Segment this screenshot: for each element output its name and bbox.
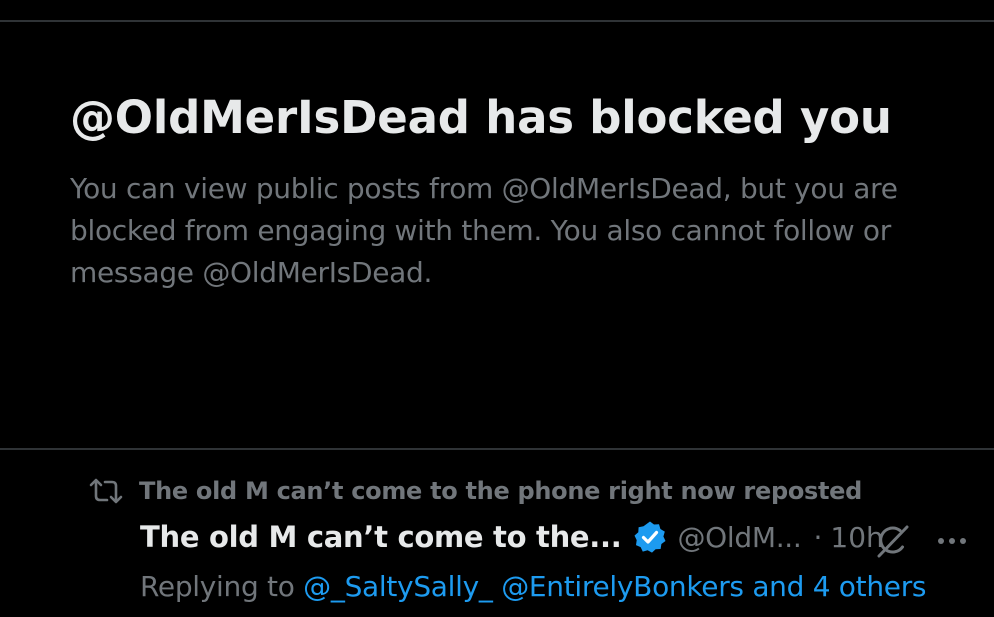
blocked-profile-screen: @OldMerIsDead has blocked you You can vi…: [0, 0, 994, 617]
more-options-icon[interactable]: [934, 526, 970, 556]
section-divider: [0, 448, 994, 450]
others-link[interactable]: and 4 others: [752, 570, 926, 603]
repost-label[interactable]: The old M can’t come to the phone right …: [139, 477, 862, 505]
blocked-title: @OldMerIsDead has blocked you: [70, 91, 892, 144]
separator-dot: ·: [813, 520, 823, 554]
replying-to-line: Replying to @_SaltySally_ @EntirelyBonke…: [140, 570, 926, 603]
grok-icon[interactable]: [873, 522, 911, 560]
blocked-notice: @OldMerIsDead has blocked you You can vi…: [70, 90, 960, 294]
repost-icon: [88, 476, 124, 506]
post-item[interactable]: The old M can’t come to the phone right …: [0, 470, 994, 617]
replying-prefix: Replying to: [140, 570, 295, 603]
mention-link[interactable]: @_SaltySally_: [303, 570, 493, 603]
author-name[interactable]: The old M can’t come to the...: [140, 520, 622, 554]
mention-link[interactable]: @EntirelyBonkers: [501, 570, 744, 603]
post-header: The old M can’t come to the... @OldM... …: [140, 520, 884, 554]
repost-context: The old M can’t come to the phone right …: [88, 476, 862, 506]
top-divider: [0, 20, 994, 22]
blocked-description: You can view public posts from @OldMerIs…: [70, 172, 898, 289]
author-handle[interactable]: @OldM...: [677, 521, 801, 554]
verified-badge-icon: [633, 520, 667, 554]
